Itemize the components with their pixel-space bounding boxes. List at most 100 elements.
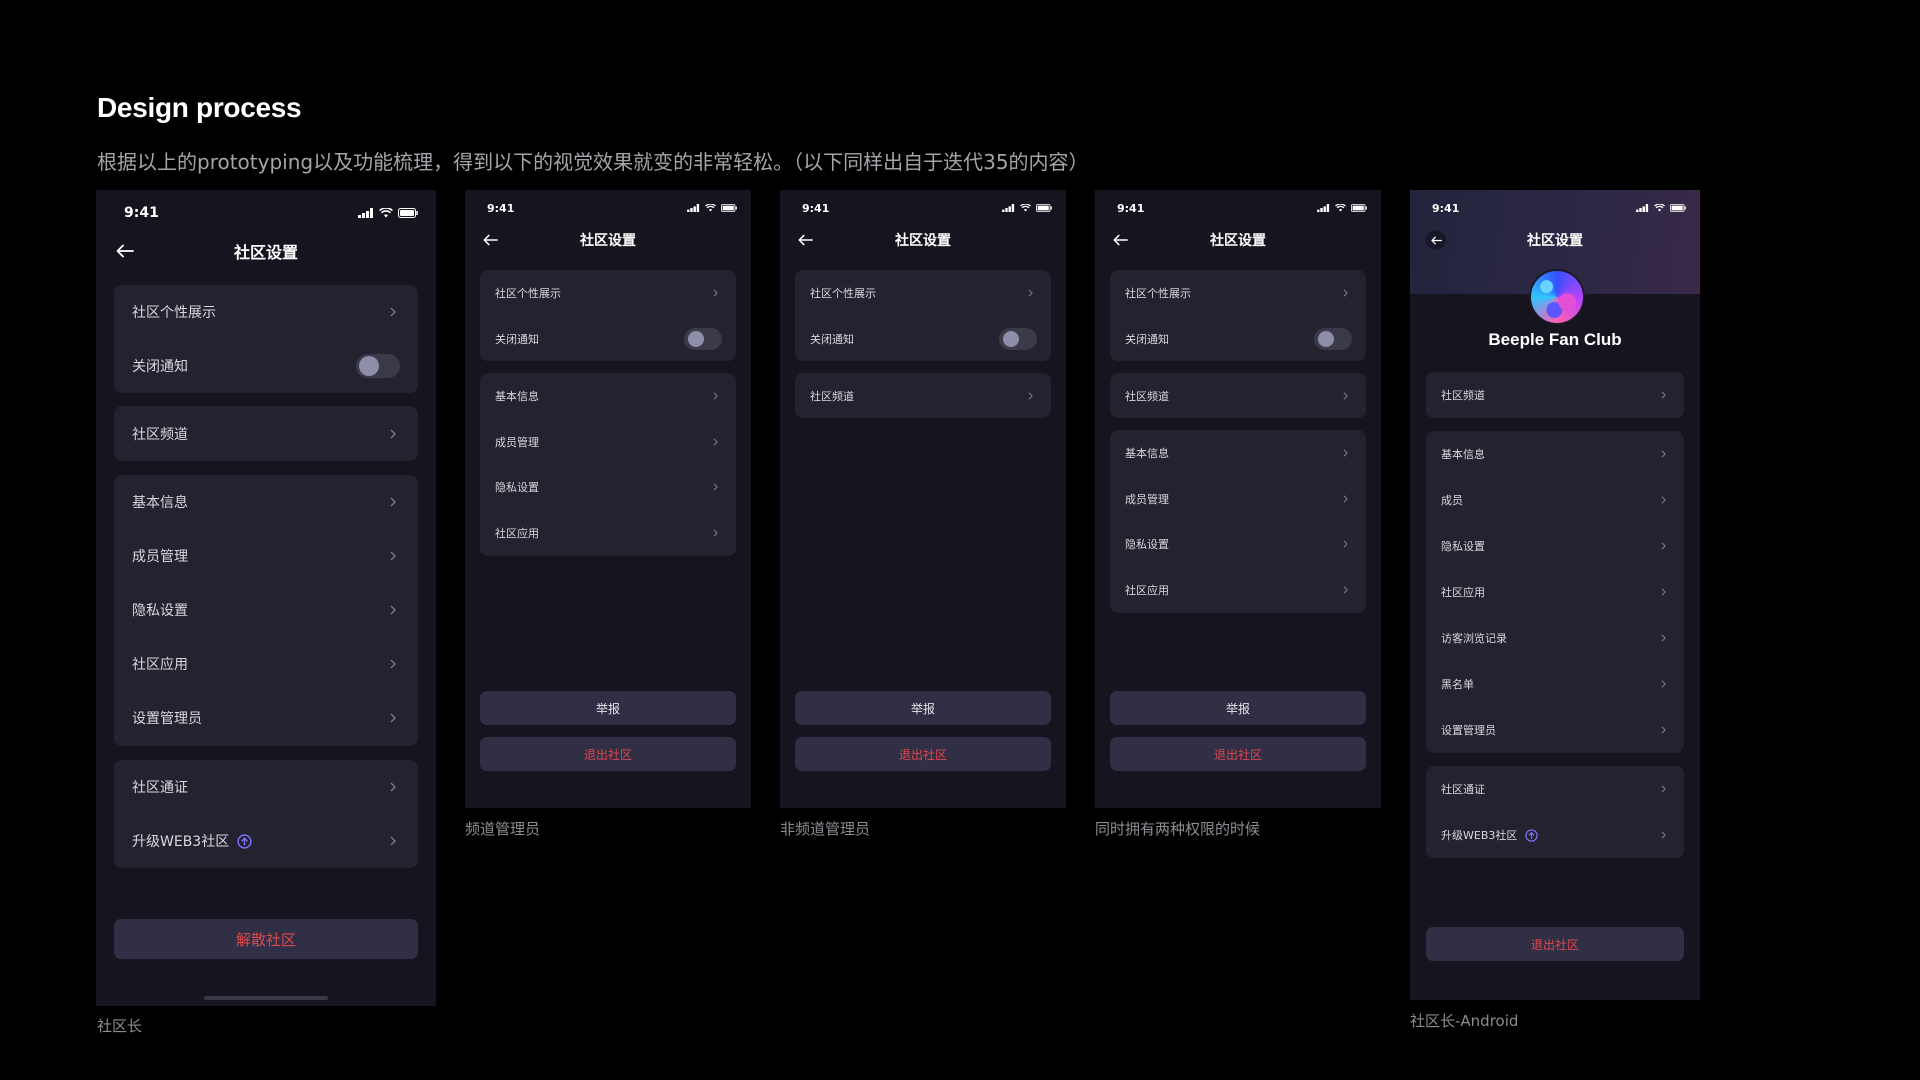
settings-card-management: 基本信息 成员 隐私设置 社区应用 访客浏览记录 黑名单 设置管理员 [1426, 431, 1684, 753]
back-button[interactable] [1113, 234, 1128, 246]
row-set-admin[interactable]: 设置管理员 [1426, 707, 1684, 753]
page-heading: Design process [97, 92, 302, 123]
status-bar: 9:41 [1410, 201, 1700, 215]
row-set-admin[interactable]: 设置管理员 [114, 691, 418, 745]
row-channels[interactable]: 社区频道 [114, 406, 418, 461]
row-basic-info[interactable]: 基本信息 [480, 373, 736, 419]
page-title: 社区设置 [1210, 233, 1266, 249]
row-basic-info[interactable]: 基本信息 [114, 475, 418, 529]
arrow-left-icon [116, 244, 134, 258]
row-channels[interactable]: 社区频道 [1110, 373, 1366, 418]
row-privacy[interactable]: 隐私设置 [1426, 523, 1684, 569]
back-button[interactable] [116, 244, 134, 258]
row-basic-info[interactable]: 基本信息 [1426, 431, 1684, 477]
chevron-right-icon [1661, 831, 1666, 839]
settings-card-channels: 社区频道 [795, 373, 1051, 418]
back-button[interactable] [483, 234, 498, 246]
wifi-icon [379, 208, 393, 218]
battery-icon [1351, 204, 1367, 212]
exit-community-button[interactable]: 退出社区 [1426, 927, 1684, 961]
report-button[interactable]: 举报 [480, 691, 736, 725]
chevron-right-icon [1343, 391, 1348, 400]
row-privacy[interactable]: 隐私设置 [480, 464, 736, 510]
row-mute-notice: 关闭通知 [480, 316, 736, 361]
status-time: 9:41 [1117, 201, 1145, 215]
row-token[interactable]: 社区通证 [114, 760, 418, 814]
battery-icon [721, 204, 737, 212]
settings-card-general: 社区个性展示 关闭通知 [114, 285, 418, 393]
chevron-right-icon [1028, 289, 1033, 297]
caption-channel-admin: 频道管理员 [465, 820, 541, 838]
row-apps[interactable]: 社区应用 [480, 510, 736, 556]
row-privacy[interactable]: 隐私设置 [114, 583, 418, 637]
chevron-right-icon [1343, 540, 1348, 548]
report-button[interactable]: 举报 [1110, 691, 1366, 725]
nav-bar: 社区设置 [780, 227, 1066, 253]
row-blacklist[interactable]: 黑名单 [1426, 661, 1684, 707]
phone-non-channel-admin: 9:41 社区设置 社区个性展示 关闭通知 社区频道 举报 退出社区 [780, 190, 1066, 808]
row-apps[interactable]: 社区应用 [1110, 567, 1366, 613]
toggle-knob [688, 330, 704, 347]
settings-card-general: 社区个性展示 关闭通知 [480, 270, 736, 361]
settings-card-management: 基本信息 成员管理 隐私设置 社区应用 设置管理员 [114, 475, 418, 746]
back-button[interactable] [1426, 230, 1446, 250]
report-button[interactable]: 举报 [795, 691, 1051, 725]
phone-owner: 9:41 社区设置 社区个性展示 关闭通知 社区频道 基本信息 成员管理 隐私设… [96, 190, 436, 1006]
nav-bar: 社区设置 [96, 236, 436, 266]
upgrade-arrow-icon [1525, 828, 1539, 842]
row-apps[interactable]: 社区应用 [1426, 569, 1684, 615]
exit-community-button[interactable]: 退出社区 [1110, 737, 1366, 771]
battery-icon [398, 208, 418, 218]
settings-card-management: 基本信息 成员管理 隐私设置 社区应用 [1110, 430, 1366, 613]
chevron-right-icon [1343, 449, 1348, 457]
row-profile-display[interactable]: 社区个性展示 [1110, 270, 1366, 316]
page-subtitle: 根据以上的prototyping以及功能梳理，得到以下的视觉效果就变的非常轻松。… [97, 150, 1089, 174]
row-members[interactable]: 成员 [1426, 477, 1684, 523]
row-profile-display[interactable]: 社区个性展示 [114, 285, 418, 339]
wifi-icon [1335, 204, 1346, 212]
mute-toggle[interactable] [356, 354, 400, 378]
row-upgrade-web3[interactable]: 升级WEB3社区 [1426, 812, 1684, 858]
row-apps[interactable]: 社区应用 [114, 637, 418, 691]
nav-bar: 社区设置 [465, 227, 751, 253]
dissolve-community-button[interactable]: 解散社区 [114, 919, 418, 959]
mute-toggle[interactable] [684, 327, 722, 350]
row-basic-info[interactable]: 基本信息 [1110, 430, 1366, 476]
row-member-mgmt[interactable]: 成员管理 [114, 529, 418, 583]
chevron-right-icon [1661, 391, 1666, 399]
row-visitor-log[interactable]: 访客浏览记录 [1426, 615, 1684, 661]
row-member-mgmt[interactable]: 成员管理 [480, 419, 736, 464]
row-upgrade-web3[interactable]: 升级WEB3社区 [114, 814, 418, 868]
chevron-right-icon [390, 836, 396, 846]
row-profile-display[interactable]: 社区个性展示 [480, 270, 736, 316]
battery-icon [1036, 204, 1052, 212]
page-title: 社区设置 [233, 243, 298, 262]
row-profile-display[interactable]: 社区个性展示 [795, 270, 1051, 316]
settings-card-general: 社区个性展示 关闭通知 [795, 270, 1051, 361]
arrow-left-icon [798, 234, 813, 246]
exit-community-button[interactable]: 退出社区 [795, 737, 1051, 771]
row-member-mgmt[interactable]: 成员管理 [1110, 476, 1366, 521]
back-button[interactable] [798, 234, 813, 246]
caption-both-roles: 同时拥有两种权限的时候 [1095, 820, 1261, 838]
status-time: 9:41 [1432, 201, 1460, 215]
row-privacy[interactable]: 隐私设置 [1110, 521, 1366, 567]
status-time: 9:41 [124, 205, 159, 221]
phone-channel-admin: 9:41 社区设置 社区个性展示 关闭通知 基本信息 成员管理 隐私设置 社区应… [465, 190, 751, 808]
status-bar: 9:41 [96, 204, 436, 222]
community-avatar[interactable] [1529, 269, 1585, 325]
settings-card-management: 基本信息 成员管理 隐私设置 社区应用 [480, 373, 736, 556]
chevron-right-icon [1661, 588, 1666, 596]
chevron-right-icon [1661, 542, 1666, 550]
page-title: 社区设置 [895, 233, 951, 249]
chevron-right-icon [1661, 496, 1666, 504]
row-channels[interactable]: 社区频道 [795, 373, 1051, 418]
row-channels[interactable]: 社区频道 [1426, 372, 1684, 418]
row-token[interactable]: 社区通证 [1426, 766, 1684, 812]
settings-card-channels: 社区频道 [1110, 373, 1366, 418]
exit-community-button[interactable]: 退出社区 [480, 737, 736, 771]
mute-toggle[interactable] [1314, 327, 1352, 350]
chevron-right-icon [1661, 634, 1666, 642]
mute-toggle[interactable] [999, 327, 1037, 350]
status-bar: 9:41 [1095, 201, 1381, 215]
